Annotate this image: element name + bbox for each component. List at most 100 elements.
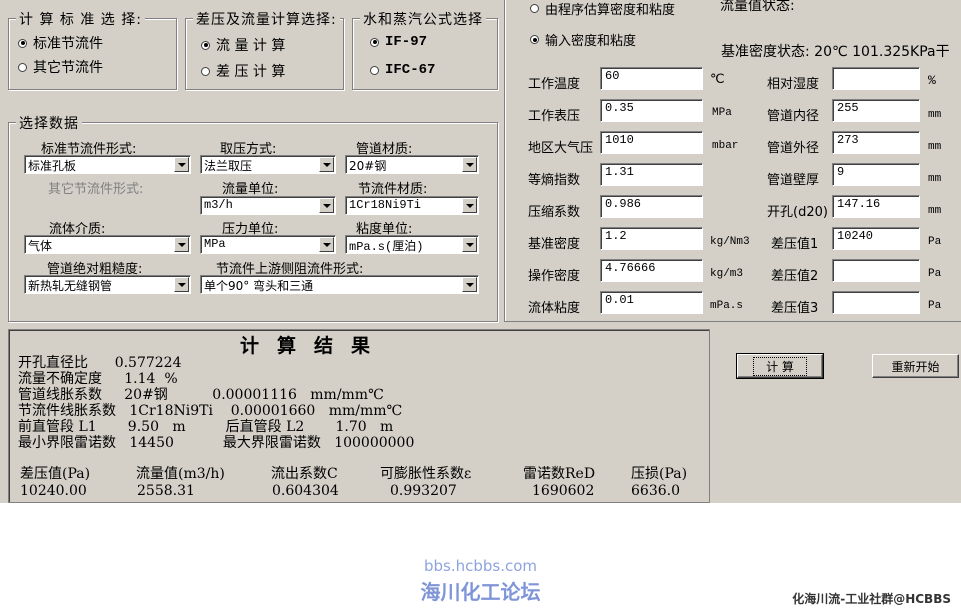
result-line-beta: 开孔直径比 0.577224 [18,355,182,371]
value-loss: 6636.0 [631,483,680,499]
standard-selection-title: 计 算 标 准 选 择: [16,9,145,29]
orifice-label: 开孔(d20) [767,205,828,220]
roughness-select[interactable]: 新热轧无缝钢管 [24,275,191,294]
tap-method-select[interactable]: 法兰取压 [200,155,336,174]
header-expansibility: 可膨胀性系数ε [380,466,472,482]
dropdown-arrow-icon [319,237,334,252]
dropdown-arrow-icon [462,198,477,213]
standard-selection-group: 计 算 标 准 选 择: [8,9,177,90]
viscosity-input[interactable]: 0.01 [600,291,703,314]
value-flow: 2558.31 [137,483,195,499]
compress-input[interactable]: 0.986 [600,195,703,218]
ref-density-label: 基准密度 [528,237,581,252]
wall-unit: mm [928,173,942,185]
calc-type-title: 差压及流量计算选择: [193,9,340,29]
radio-selected-icon [530,35,539,44]
dropdown-arrow-icon [174,237,189,252]
restart-button[interactable]: 重新开始 [872,354,959,378]
atm-input[interactable]: 1010 [600,131,703,154]
header-discharge: 流出系数C [271,466,338,482]
dp3-label: 差压值3 [771,301,819,316]
op-density-input[interactable]: 4.76666 [600,259,703,282]
ref-density-unit: kg/Nm3 [710,236,750,248]
dropdown-arrow-icon [174,157,189,172]
element-material-select[interactable]: 1Cr18Ni9Ti [345,196,479,215]
compress-label: 压缩系数 [528,205,581,220]
radio-estimate-density[interactable]: 由程序估算密度和粘度 [530,0,675,18]
element-form-select[interactable]: 标准孔板 [24,155,191,174]
dp1-input[interactable]: 10240 [832,227,920,250]
flow-unit-select[interactable]: m3/h [200,196,336,215]
humidity-unit: % [928,73,936,88]
radio-if97[interactable]: IF-97 [370,34,427,50]
other-element-form-label: 其它节流件形式: [48,182,144,197]
radio-dp-calc[interactable]: 差 压 计 算 [201,61,285,81]
atm-unit: mbar [712,140,739,152]
value-reynolds: 1690602 [532,483,595,499]
flow-state-label: 流量值状态: [720,0,795,14]
radio-empty-icon [530,4,539,13]
select-data-title: 选择数据 [16,113,82,133]
wall-input[interactable]: 9 [832,163,920,186]
pressure-unit: MPa [712,107,732,119]
pressure-label: 工作表压 [528,109,581,124]
dp2-input[interactable] [832,259,920,282]
pipe-od-input[interactable]: 273 [832,131,920,154]
temp-label: 工作温度 [528,77,581,92]
humidity-label: 相对湿度 [767,77,820,92]
element-material-label: 节流件材质: [358,182,428,197]
orifice-unit: mm [928,205,942,217]
pipe-od-label: 管道外径 [767,141,820,156]
dropdown-arrow-icon [462,277,477,292]
result-line-straight-pipe: 前直管段 L1 9.50 m 后直管段 L2 1.70 m [18,419,394,435]
upstream-fitting-select[interactable]: 单个90° 弯头和三通 [200,275,479,294]
dropdown-arrow-icon [319,198,334,213]
value-discharge: 0.604304 [272,483,339,499]
pipe-id-unit: mm [928,109,942,121]
radio-flow-calc[interactable]: 流 量 计 算 [201,35,285,55]
dp3-input[interactable] [832,291,920,314]
fluid-select[interactable]: 气体 [24,235,191,254]
results-title: 计算结果 [240,335,389,357]
ref-density-state: 基准密度状态: 20℃ 101.325KPa干 [721,44,950,60]
dropdown-arrow-icon [319,157,334,172]
temp-input[interactable]: 60 [600,67,703,90]
watermark-corner: 化海川流-工业社群@HCBBS [792,592,951,606]
dp2-unit: Pa [928,268,942,280]
radio-empty-icon [18,62,27,72]
humidity-input[interactable] [832,67,920,90]
dp1-label: 差压值1 [771,237,819,252]
radio-other-element[interactable]: 其它节流件 [18,57,103,77]
dp1-unit: Pa [928,236,942,248]
isentropic-input[interactable]: 1.31 [600,163,703,186]
result-line-pipe-expansion: 管道线胀系数 20#钢 0.00001116 mm/mm℃ [18,387,384,403]
ref-density-input[interactable]: 1.2 [600,227,703,250]
pressure-unit-select[interactable]: MPa [200,235,336,254]
pipe-material-select[interactable]: 20#钢 [345,155,479,174]
op-density-label: 操作密度 [528,269,581,284]
viscosity-unit-select[interactable]: mPa.s(厘泊) [345,235,479,254]
dropdown-arrow-icon [462,237,477,252]
atm-label: 地区大气压 [528,141,594,156]
dropdown-arrow-icon [462,157,477,172]
radio-ifc67[interactable]: IFC-67 [370,62,435,78]
pressure-input[interactable]: 0.35 [600,99,703,122]
orifice-input[interactable]: 147.16 [832,195,920,218]
value-dp: 10240.00 [20,483,87,499]
result-line-reynolds-limits: 最小界限雷诺数 14450 最大界限雷诺数 100000000 [18,435,415,451]
pipe-od-unit: mm [928,141,942,153]
header-flow: 流量值(m3/h) [136,466,225,482]
result-line-element-expansion: 节流件线胀系数 1Cr18Ni9Ti 0.00001660 mm/mm℃ [18,403,403,419]
wall-label: 管道壁厚 [767,173,820,188]
result-line-uncertainty: 流量不确定度 1.14 % [18,371,178,387]
dp3-unit: Pa [928,300,942,312]
dropdown-arrow-icon [174,277,189,292]
pipe-id-input[interactable]: 255 [832,99,920,122]
radio-selected-icon [18,38,27,48]
radio-input-density[interactable]: 输入密度和粘度 [530,30,636,49]
header-dp: 差压值(Pa) [20,466,91,482]
dp2-label: 差压值2 [771,269,819,284]
header-reynolds: 雷诺数ReD [523,466,596,482]
calculate-button[interactable]: 计 算 [736,353,824,379]
radio-standard-element[interactable]: 标准节流件 [18,33,103,53]
